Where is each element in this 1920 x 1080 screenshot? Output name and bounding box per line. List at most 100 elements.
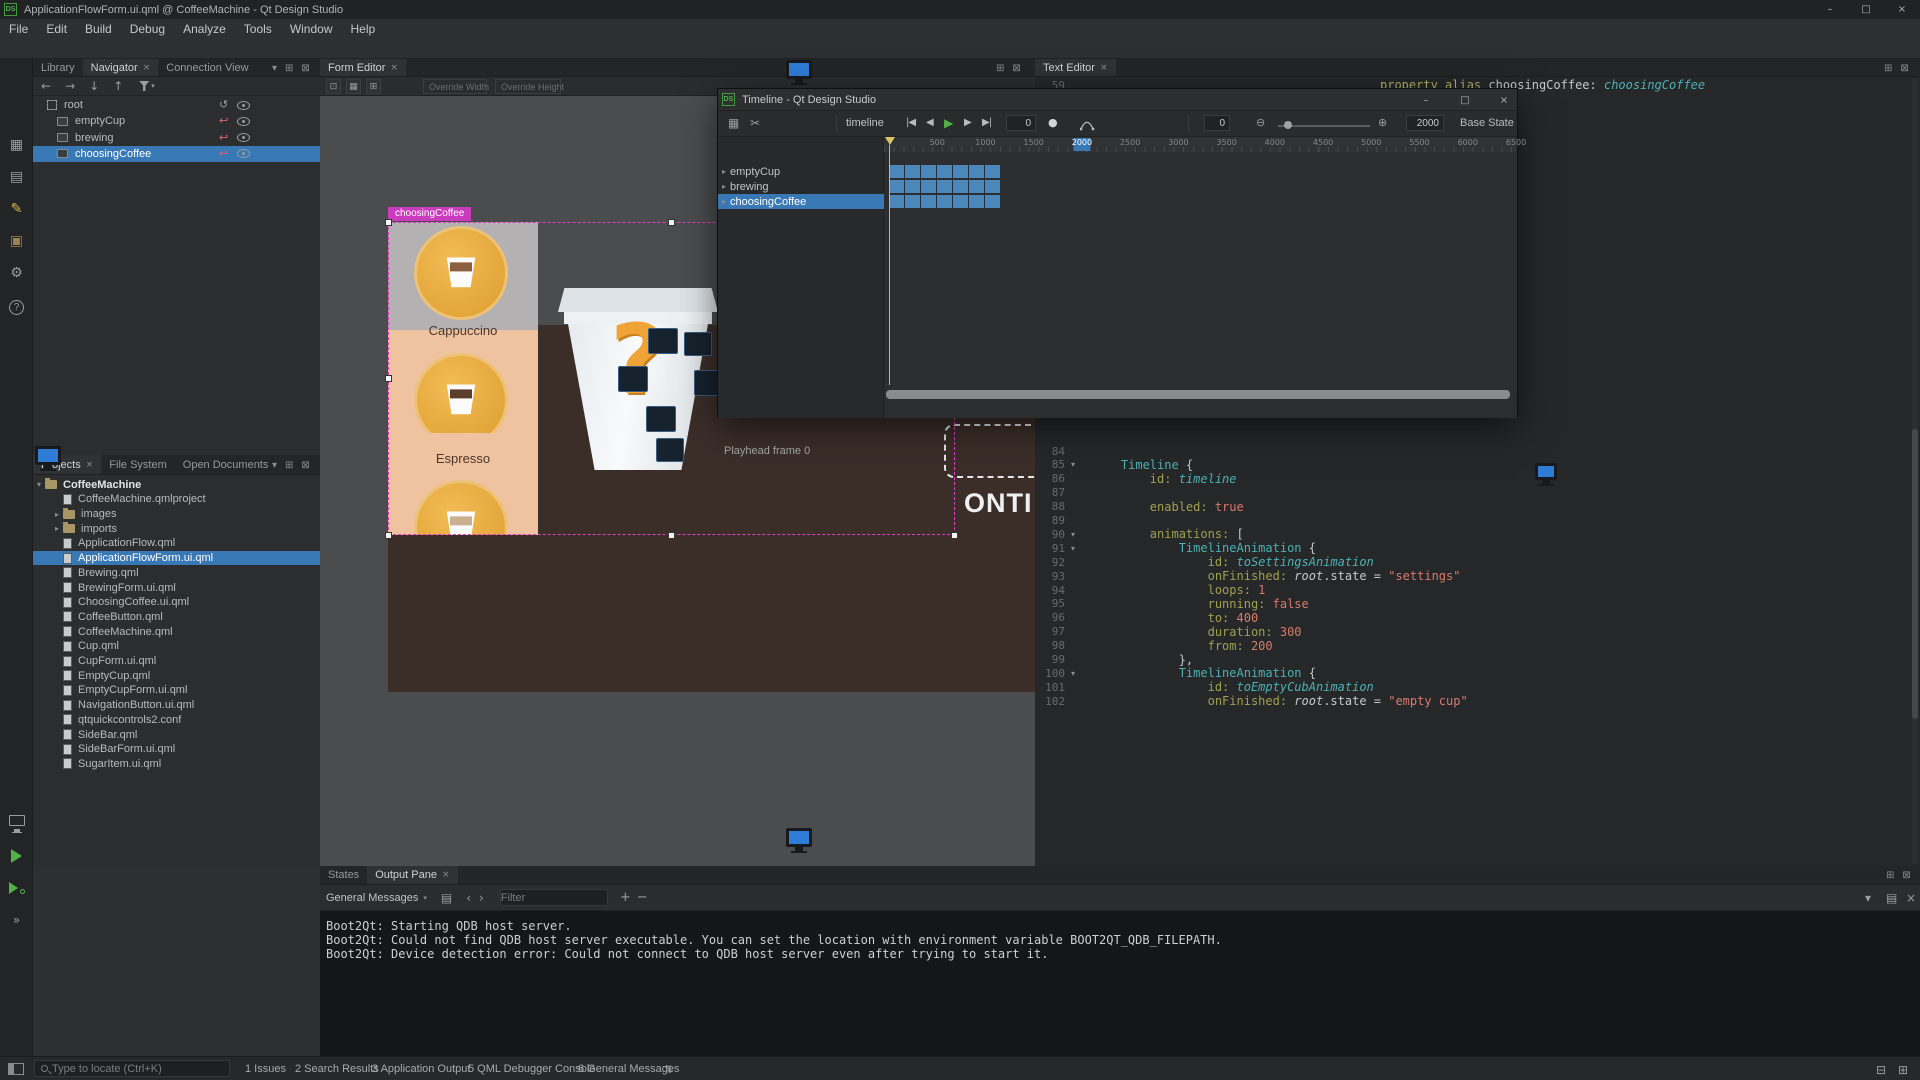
tab-text-editor[interactable]: Text Editor× (1035, 59, 1116, 76)
keyframe-bar-brewing[interactable] (889, 180, 1001, 193)
output-channel-selector[interactable]: General Messages (326, 892, 418, 904)
project-file-row[interactable]: SugarItem.ui.qml (33, 757, 320, 772)
code-line[interactable]: 86 id: timeline (1035, 472, 1920, 486)
code-line[interactable]: 89 (1035, 514, 1920, 528)
snap-grid-icon[interactable]: ▦ (346, 79, 361, 94)
close-button[interactable]: × (1495, 89, 1513, 111)
playhead-marker[interactable] (885, 137, 895, 145)
project-file-row[interactable]: EmptyCupForm.ui.qml (33, 683, 320, 698)
export-alias-icon[interactable]: ↩ (219, 116, 228, 126)
timeline-window[interactable]: DS Timeline - Qt Design Studio – □ × ▦ ✂… (717, 88, 1518, 418)
prev-frame-button[interactable]: ◀ (926, 117, 933, 128)
panel-split-icon[interactable]: ⊞ (285, 63, 293, 74)
selection-handle[interactable] (668, 532, 675, 539)
project-file-row[interactable]: SideBarForm.ui.qml (33, 742, 320, 757)
zoom-slider-handle[interactable] (1284, 121, 1292, 129)
project-file-row[interactable]: Cup.qml (33, 639, 320, 654)
selection-handle[interactable] (385, 219, 392, 226)
timeline-settings-icon[interactable]: ▦ (728, 116, 739, 130)
selection-handle[interactable] (385, 375, 392, 382)
zoom-out-text-icon[interactable]: − (637, 890, 648, 905)
debug-run-button[interactable] (0, 881, 33, 897)
code-line[interactable]: 85▾ Timeline { (1035, 458, 1920, 472)
debug-mode-icon[interactable]: ▣ (0, 233, 33, 249)
zoom-in-text-icon[interactable]: + (620, 890, 631, 905)
code-line[interactable]: 84 (1035, 444, 1920, 458)
tab-connection-view[interactable]: Connection View (158, 59, 256, 76)
navigator-row-root[interactable]: root↺ (33, 97, 320, 113)
tab-states[interactable]: States (320, 866, 367, 884)
move-down-icon[interactable]: ↓ (89, 79, 99, 93)
bounds-tool-icon[interactable]: ⊞ (366, 79, 381, 94)
menu-tools[interactable]: Tools (235, 22, 281, 36)
edit-mode-icon[interactable]: ▤ (0, 169, 33, 185)
project-file-row[interactable]: ApplicationFlow.qml (33, 536, 320, 551)
nav-back-icon[interactable]: ← (41, 79, 51, 93)
menu-window[interactable]: Window (281, 22, 342, 36)
menu-edit[interactable]: Edit (37, 22, 76, 36)
project-file-row[interactable]: CupForm.ui.qml (33, 654, 320, 669)
minimize-button[interactable]: – (1417, 89, 1435, 111)
code-line[interactable]: 88 enabled: true (1035, 500, 1920, 514)
minimize-pane-chevron-icon[interactable]: ▾ (1865, 891, 1871, 905)
panel-split-icon[interactable]: ⊞ (1886, 870, 1894, 881)
expander-icon[interactable]: ▸ (51, 524, 63, 533)
filter-chevron-icon[interactable]: ▾ (151, 82, 155, 90)
panel-split-icon[interactable]: ⊞ (1884, 63, 1892, 74)
help-icon[interactable]: ? (0, 297, 33, 315)
panel-menu-chevron-icon[interactable]: ▾ (272, 63, 277, 74)
fold-chevron-icon[interactable]: ▾ (1065, 669, 1081, 678)
expand-bottom-pane-icon[interactable]: ⊞ (1898, 1063, 1908, 1077)
expander-icon[interactable]: ▾ (33, 480, 45, 489)
output-filter-input[interactable] (501, 892, 607, 904)
close-tab-icon[interactable]: × (86, 460, 94, 470)
locate-search-box[interactable] (34, 1060, 230, 1077)
console-output[interactable]: Boot2Qt: Starting QDB host server.Boot2Q… (320, 911, 1920, 1056)
filter-funnel-icon[interactable] (139, 81, 149, 91)
export-alias-icon[interactable]: ↩ (219, 133, 228, 143)
zoom-in-icon[interactable]: ⊕ (1378, 116, 1387, 129)
maximize-pane-icon[interactable]: ▤ (1886, 891, 1897, 905)
visibility-eye-icon[interactable] (237, 149, 250, 158)
zoom-out-icon[interactable]: ⊖ (1256, 116, 1265, 129)
selection-handle[interactable] (385, 532, 392, 539)
project-file-row[interactable]: ChoosingCoffee.ui.qml (33, 595, 320, 610)
fold-chevron-icon[interactable]: ▾ (1065, 460, 1081, 469)
timeline-scrollbar[interactable] (886, 390, 1514, 399)
fold-chevron-icon[interactable]: ▾ (1065, 544, 1081, 553)
status-item-3[interactable]: 3 Application Output (372, 1063, 470, 1075)
project-file-row[interactable]: ▸imports (33, 521, 320, 536)
timeline-tools-icon[interactable]: ✂ (750, 116, 760, 130)
project-file-row[interactable]: CoffeeMachine.qml (33, 624, 320, 639)
timeline-track-choosingCoffee[interactable]: ▸choosingCoffee (718, 194, 884, 209)
panel-close-icon[interactable]: ⊠ (301, 63, 309, 74)
project-file-row[interactable]: Brewing.qml (33, 566, 320, 581)
design-mode-pencil-icon[interactable]: ✎ (0, 201, 33, 217)
panel-close-icon[interactable]: ⊠ (1902, 870, 1910, 881)
zoom-frame-field[interactable]: 0 (1204, 115, 1230, 131)
record-icon[interactable]: ● (1048, 116, 1058, 129)
project-file-row[interactable]: EmptyCup.qml (33, 668, 320, 683)
code-line[interactable]: 101 id: toEmptyCubAnimation (1035, 680, 1920, 694)
code-line[interactable]: 96 to: 400 (1035, 611, 1920, 625)
status-item-2[interactable]: 2 Search Results (295, 1063, 379, 1075)
kit-target-monitor-icon[interactable] (0, 813, 33, 833)
panel-split-icon[interactable]: ⊞ (285, 460, 293, 471)
project-file-row[interactable]: CoffeeButton.qml (33, 610, 320, 625)
close-tab-icon[interactable]: × (390, 63, 398, 73)
menu-debug[interactable]: Debug (121, 22, 174, 36)
override-width-field[interactable]: Override Width (423, 79, 487, 94)
hide-bottom-pane-icon[interactable]: ⊟ (1876, 1063, 1886, 1077)
menu-file[interactable]: File (0, 22, 37, 36)
save-log-icon[interactable]: ▤ (441, 891, 452, 905)
continue-button-outline[interactable] (944, 424, 1035, 478)
move-up-icon[interactable]: ↑ (113, 79, 123, 93)
project-file-row[interactable]: qtquickcontrols2.conf (33, 713, 320, 728)
selection-tool-icon[interactable]: ⊡ (326, 79, 341, 94)
project-file-row[interactable]: ▸images (33, 507, 320, 522)
project-file-row[interactable]: BrewingForm.ui.qml (33, 580, 320, 595)
end-frame-field[interactable]: 2000 (1406, 115, 1444, 131)
nav-forward-icon[interactable]: → (65, 79, 75, 93)
tab-navigator[interactable]: Navigator× (83, 59, 159, 76)
project-file-row[interactable]: NavigationButton.ui.qml (33, 698, 320, 713)
